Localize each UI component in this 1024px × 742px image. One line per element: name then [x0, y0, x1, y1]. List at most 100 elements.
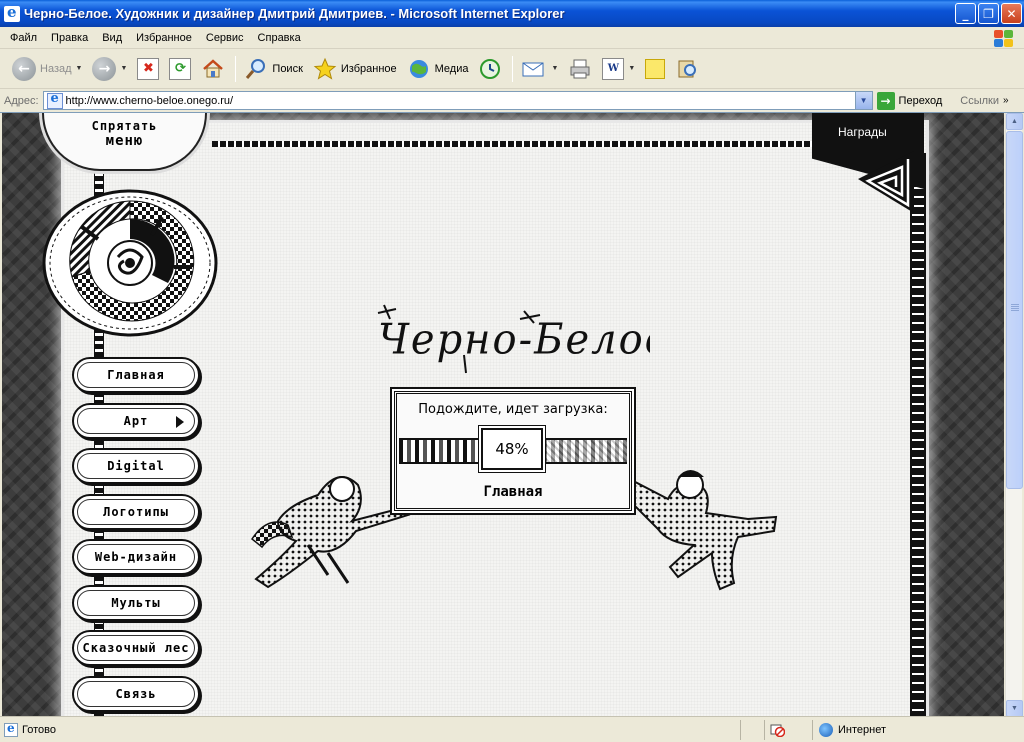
nav-item-digital[interactable]: Digital: [72, 448, 200, 484]
mail-icon: [522, 62, 544, 76]
zone-label: Интернет: [838, 723, 886, 736]
nav-item-fairy-forest[interactable]: Сказочный лес: [72, 630, 200, 666]
research-icon: [678, 60, 697, 77]
address-input[interactable]: [65, 94, 846, 107]
status-cell: [740, 719, 764, 740]
menu-edit[interactable]: Правка: [44, 32, 95, 44]
security-zone: Интернет: [812, 719, 1012, 740]
site-content: Награды Спрятать меню Главная Арт Digita…: [2, 113, 1004, 716]
star-icon: [313, 57, 337, 80]
research-button[interactable]: [671, 53, 703, 85]
word-icon: W: [602, 57, 625, 80]
window-controls: _ ❐ ✕: [955, 3, 1022, 24]
refresh-button[interactable]: ⟳: [165, 53, 195, 85]
favorites-label: Избранное: [340, 62, 397, 75]
nav-item-label: Логотипы: [103, 504, 169, 519]
nav-item-logos[interactable]: Логотипы: [72, 493, 200, 530]
windows-logo-icon: [990, 27, 1016, 49]
nav-item-web-design[interactable]: Web-дизайн: [72, 539, 200, 575]
media-label: Медиа: [434, 62, 469, 75]
menu-help[interactable]: Справка: [251, 32, 308, 44]
toolbar: ← Назад ▼ → ▼ ✖ ⟳ Поиск Избранное Медиа …: [0, 49, 1024, 89]
links-button[interactable]: Ссылки: [960, 95, 999, 107]
submenu-arrow-icon: [176, 415, 184, 428]
nav-item-label: Мульты: [111, 595, 161, 610]
hide-menu-line2: меню: [105, 133, 144, 149]
back-button[interactable]: ← Назад ▼: [8, 53, 86, 85]
nav-item-contact[interactable]: Связь: [72, 675, 200, 712]
address-field-box: ▼: [42, 91, 873, 110]
menu-file[interactable]: Файл: [0, 32, 44, 44]
nav-item-art[interactable]: Арт: [72, 402, 200, 439]
loading-section-name: Главная: [483, 484, 543, 500]
menu-view[interactable]: Вид: [95, 32, 129, 44]
minimize-button[interactable]: _: [955, 3, 976, 24]
search-button[interactable]: Поиск: [240, 53, 306, 85]
right-character-illustration: [610, 470, 778, 591]
mail-button[interactable]: ▼: [517, 53, 562, 85]
stop-icon: ✖: [137, 57, 160, 80]
media-button[interactable]: Медиа: [403, 53, 473, 85]
nav-item-cartoons[interactable]: Мульты: [72, 584, 200, 621]
spiral-corner-icon: [858, 151, 914, 213]
address-dropdown-icon[interactable]: ▼: [854, 92, 872, 109]
media-icon: [409, 59, 428, 78]
discuss-button[interactable]: [641, 53, 669, 85]
status-text-area: Готово: [0, 721, 740, 737]
menu-bar: Файл Правка Вид Избранное Сервис Справка: [0, 27, 1024, 49]
loading-panel: Подождите, идет загрузка: 48% Главная: [394, 391, 632, 511]
title-bar[interactable]: Черно-Белое. Художник и дизайнер Дмитрий…: [0, 0, 1024, 27]
vertical-scrollbar[interactable]: ▲ ▼: [1005, 113, 1023, 716]
address-label: Адрес:: [4, 94, 39, 107]
main-nav: Главная Арт Digital Логотипы Web-дизайн …: [72, 357, 202, 716]
page-icon: [46, 91, 63, 109]
scroll-thumb[interactable]: [1006, 131, 1023, 489]
scroll-down-button[interactable]: ▼: [1006, 700, 1023, 716]
nav-item-home[interactable]: Главная: [72, 357, 200, 393]
chevron-down-icon[interactable]: ▼: [551, 65, 558, 72]
site-logo: Черно-Белое: [377, 304, 650, 374]
top-stitched-border: [212, 141, 912, 147]
back-arrow-icon: ←: [12, 56, 36, 81]
status-bar: Готово Интернет: [0, 716, 1024, 742]
status-text: Готово: [22, 723, 56, 736]
close-button[interactable]: ✕: [1001, 3, 1022, 24]
edit-button[interactable]: W ▼: [598, 53, 639, 85]
print-button[interactable]: [564, 53, 596, 85]
history-button[interactable]: [474, 53, 506, 85]
home-icon: [203, 58, 224, 77]
grip-icon: [1011, 304, 1019, 312]
scroll-up-button[interactable]: ▲: [1006, 113, 1023, 130]
forward-arrow-icon: →: [92, 56, 117, 81]
go-arrow-icon: →: [876, 91, 895, 110]
history-icon: [480, 58, 501, 79]
chevron-right-icon[interactable]: »: [1003, 95, 1009, 106]
favorites-button[interactable]: Избранное: [309, 53, 401, 85]
forward-button[interactable]: → ▼: [88, 53, 131, 85]
chevron-down-icon[interactable]: ▼: [628, 65, 635, 72]
nav-item-label: Сказочный лес: [82, 641, 190, 655]
chevron-down-icon[interactable]: ▼: [120, 65, 127, 72]
menu-tools[interactable]: Сервис: [199, 32, 251, 44]
awards-label[interactable]: Награды: [838, 125, 887, 139]
status-cell-popup[interactable]: [764, 719, 812, 740]
chevron-down-icon[interactable]: ▼: [76, 65, 83, 72]
nav-item-label: Web-дизайн: [94, 550, 178, 564]
loading-message: Подождите, идет загрузка:: [418, 402, 608, 417]
nav-item-label: Главная: [107, 368, 165, 382]
restore-button[interactable]: ❐: [978, 3, 999, 24]
home-button[interactable]: [197, 53, 229, 85]
go-label: Переход: [898, 94, 943, 107]
hide-menu-line1: Спрятать: [91, 119, 158, 133]
menu-favorites[interactable]: Избранное: [129, 32, 199, 44]
stop-button[interactable]: ✖: [133, 53, 163, 85]
nav-item-label: Связь: [115, 686, 157, 701]
toolbar-separator: [235, 55, 237, 82]
printer-icon: [570, 59, 590, 78]
go-button[interactable]: → Переход: [876, 91, 943, 110]
progress-percent: 48%: [481, 428, 543, 470]
right-stitched-border: [910, 153, 926, 716]
window-title: Черно-Белое. Художник и дизайнер Дмитрий…: [24, 6, 565, 21]
nav-item-label: Арт: [123, 413, 149, 428]
globe-icon: [819, 722, 833, 737]
